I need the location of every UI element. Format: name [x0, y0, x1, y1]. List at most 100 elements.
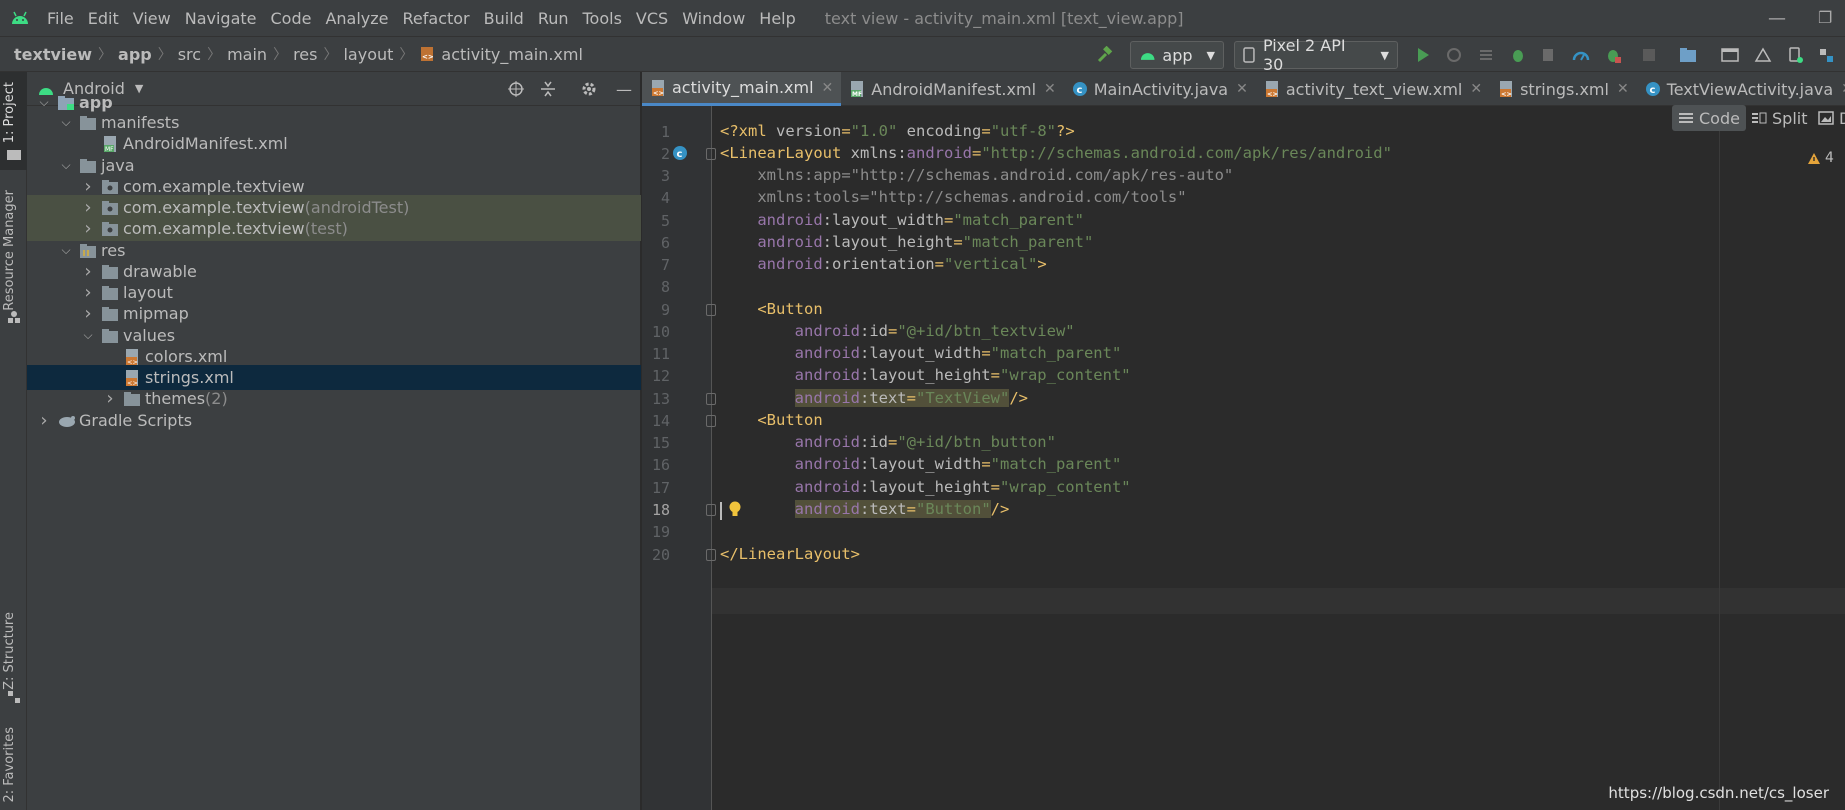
editor-tab-strings-xml[interactable]: <> strings.xml ✕ [1490, 72, 1637, 106]
menu-item-build[interactable]: Build [477, 9, 531, 28]
menu-item-analyze[interactable]: Analyze [318, 9, 395, 28]
chevron-down-icon[interactable]: ⌵ [59, 115, 73, 130]
sync-project-icon[interactable] [1675, 42, 1701, 68]
menu-item-tools[interactable]: Tools [576, 9, 629, 28]
tree-item-label: drawable [123, 262, 197, 281]
chevron-right-icon[interactable]: › [81, 282, 95, 303]
run-config-select[interactable]: app ▼ [1130, 41, 1224, 69]
chevron-right-icon[interactable]: › [81, 197, 95, 218]
avd-manager-icon[interactable] [1782, 42, 1808, 68]
menu-item-view[interactable]: View [126, 9, 178, 28]
editor-tab-textviewactivity-java[interactable]: c TextViewActivity.java ✕ [1637, 72, 1845, 106]
code-token: android [720, 344, 860, 362]
fold-marker-icon[interactable] [706, 549, 716, 561]
fold-marker-icon[interactable] [706, 393, 716, 405]
fold-marker-icon[interactable] [706, 304, 716, 316]
breadcrumb-item[interactable]: res [293, 45, 317, 64]
close-tab-icon[interactable]: ✕ [1470, 81, 1482, 97]
minimize-icon[interactable]: — [1768, 8, 1786, 29]
chevron-down-icon: ▼ [1380, 48, 1389, 62]
chevron-right-icon[interactable]: › [81, 261, 95, 282]
stop-icon[interactable] [1636, 42, 1662, 68]
chevron-down-icon[interactable]: ⌵ [59, 243, 73, 258]
build-hammer-icon[interactable] [1092, 42, 1118, 68]
close-tab-icon[interactable]: ✕ [1617, 81, 1629, 97]
close-tab-icon[interactable]: ✕ [1236, 81, 1248, 97]
svg-text:<>: <> [1501, 90, 1512, 98]
favorites-tool-tab[interactable]: 2: Favorites [2, 727, 17, 803]
design-view-button[interactable]: D [1812, 105, 1845, 131]
chevron-down-icon[interactable]: ⌵ [81, 328, 95, 343]
breadcrumb-item[interactable]: layout [343, 45, 393, 64]
code-token: :text [859, 500, 907, 518]
fold-marker-icon[interactable] [706, 148, 716, 160]
chevron-right-icon[interactable]: › [81, 303, 95, 324]
profile-icon[interactable] [1568, 42, 1594, 68]
code-view-label: Code [1699, 108, 1740, 128]
chevron-right-icon[interactable]: › [103, 388, 117, 409]
line-number: 13 [651, 390, 670, 408]
run-icon[interactable] [1410, 42, 1436, 68]
chevron-right-icon[interactable]: › [81, 218, 95, 239]
device-select[interactable]: Pixel 2 API 30 ▼ [1234, 36, 1398, 74]
code-token: :layout_height [859, 478, 991, 496]
code-token: xml [738, 122, 776, 140]
xml-file-icon: <> [419, 46, 435, 62]
breadcrumb-item[interactable]: main [227, 45, 267, 64]
editor-tab-activity-text-view-xml[interactable]: <> activity_text_view.xml ✕ [1256, 72, 1490, 106]
layout-class-icon[interactable]: c [672, 145, 688, 165]
code-line: <Button [720, 411, 822, 429]
code-token: ?> [1056, 122, 1075, 140]
split-view-button[interactable]: Split [1745, 105, 1813, 131]
menu-item-run[interactable]: Run [531, 9, 576, 28]
package-icon [101, 179, 119, 195]
code-token: "wrap_content" [999, 478, 1131, 496]
structure-tool-tab[interactable]: Z: Structure [2, 612, 17, 690]
tree-item[interactable]: › Gradle Scripts [27, 408, 641, 433]
menu-item-navigate[interactable]: Navigate [178, 9, 264, 28]
debug-icon[interactable] [1505, 42, 1531, 68]
chevron-down-icon[interactable]: ⌵ [59, 158, 73, 173]
breadcrumb-item[interactable]: activity_main.xml [441, 45, 583, 64]
run-config-label: app [1162, 45, 1193, 65]
breadcrumb-item[interactable]: src [178, 45, 201, 64]
folder-icon [101, 328, 119, 344]
device-manager-icon[interactable] [1717, 42, 1743, 68]
inspection-warnings[interactable]: 4 [1807, 150, 1834, 166]
close-tab-icon[interactable]: ✕ [1044, 81, 1056, 97]
menu-item-vcs[interactable]: VCS [629, 9, 675, 28]
apply-changes-icon[interactable] [1441, 42, 1467, 68]
breadcrumb-separator-icon: 〉 [399, 47, 414, 63]
breadcrumb-item[interactable]: textview [14, 45, 92, 64]
resource-manager-tab[interactable]: Resource Manager [2, 190, 17, 311]
close-tab-icon[interactable]: ✕ [1841, 81, 1845, 97]
menu-item-code[interactable]: Code [264, 9, 319, 28]
menu-item-help[interactable]: Help [752, 9, 802, 28]
chevron-right-icon[interactable]: › [37, 410, 51, 431]
fold-marker-icon[interactable] [706, 415, 716, 427]
editor-tab-androidmanifest-xml[interactable]: MF AndroidManifest.xml ✕ [841, 72, 1063, 106]
lightbulb-icon[interactable] [728, 500, 742, 522]
breadcrumb-item[interactable]: app [118, 45, 152, 64]
sdk-manager-icon[interactable] [1750, 42, 1776, 68]
menu-item-file[interactable]: File [40, 9, 81, 28]
fold-marker-icon[interactable] [706, 504, 716, 516]
close-tab-icon[interactable]: ✕ [822, 80, 834, 96]
attach-debugger-icon[interactable] [1536, 42, 1562, 68]
line-number: 14 [651, 412, 670, 430]
menu-item-refactor[interactable]: Refactor [396, 9, 477, 28]
editor-tab-mainactivity-java[interactable]: c MainActivity.java ✕ [1064, 72, 1256, 106]
chevron-right-icon[interactable]: › [81, 176, 95, 197]
project-tool-tab[interactable]: 1: Project [2, 82, 17, 143]
chevron-down-icon[interactable]: ⌵ [37, 95, 51, 110]
menu-item-edit[interactable]: Edit [81, 9, 126, 28]
code-view-button[interactable]: Code [1672, 105, 1746, 131]
sdk-icon[interactable] [1813, 42, 1839, 68]
apply-code-changes-icon[interactable] [1473, 42, 1499, 68]
debug-attach-icon[interactable] [1600, 42, 1626, 68]
editor-tab-activity-main-xml[interactable]: <> activity_main.xml ✕ [642, 72, 842, 106]
restore-icon[interactable]: ❐ [1818, 8, 1832, 27]
line-number: 10 [651, 323, 670, 341]
menu-item-window[interactable]: Window [675, 9, 752, 28]
code-editor[interactable]: 1 2 3 4 5 6 7 8 9 10 11 12 13 14 15 16 17 18 19 20 c <?xml v… [642, 105, 1845, 810]
